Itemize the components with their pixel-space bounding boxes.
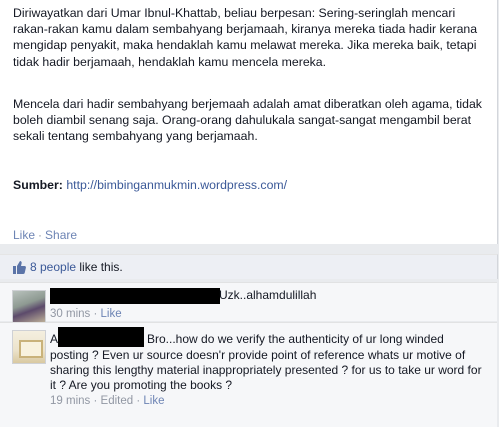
likes-suffix: like this. [76,260,123,274]
comment-like-link[interactable]: Like [143,395,164,407]
comment-text: Uzk..alhamdulillah [219,288,317,302]
likes-summary: 8 people like this. [30,260,123,274]
likers-link[interactable]: 8 people [30,260,76,274]
likes-bar: 8 people like this. [0,254,498,279]
comment-time[interactable]: 30 mins [50,308,90,320]
source-label: Sumber: [13,178,63,192]
meta-separator: · [136,395,141,407]
comment-meta: 30 mins · Like [50,308,122,320]
comment-item: A Bro...how do we verify the authenticit… [0,322,497,427]
redacted-name [58,327,144,347]
comment-meta: 19 mins · Edited · Like [50,395,165,407]
like-link[interactable]: Like [13,228,35,242]
avatar-image [19,340,43,358]
avatar[interactable] [12,330,46,364]
post-paragraph-1: Diriwayatkan dari Umar Ibnul-Khattab, be… [13,6,478,69]
comment-text-first-line: Bro...how do we verify the authenticity … [147,332,444,346]
post-actions: Like · Share [13,228,77,242]
action-separator: · [38,228,43,242]
avatar[interactable] [12,290,46,324]
post-paragraph-2: Mencela dari hadir sembahyang berjemaah … [13,97,482,144]
comment-item: Uzk..alhamdulillah 30 mins · Like [0,282,497,324]
thumbs-up-icon [13,261,26,274]
source-link[interactable]: http://bimbinganmukmin.wordpress.com/ [66,178,287,192]
comment-time[interactable]: 19 mins [50,395,90,407]
meta-separator: · [93,395,98,407]
post-card: Diriwayatkan dari Umar Ibnul-Khattab, be… [0,0,498,244]
comment-like-link[interactable]: Like [101,308,122,320]
redacted-name [50,288,220,304]
comment-text: posting ? Even ur source doesn'r provide… [50,348,482,392]
meta-separator: · [93,308,98,320]
edited-label[interactable]: Edited [101,395,134,407]
comment-author-initial: A [50,332,59,346]
post-source: Sumber: http://bimbinganmukmin.wordpress… [13,178,287,192]
share-link[interactable]: Share [45,228,77,242]
